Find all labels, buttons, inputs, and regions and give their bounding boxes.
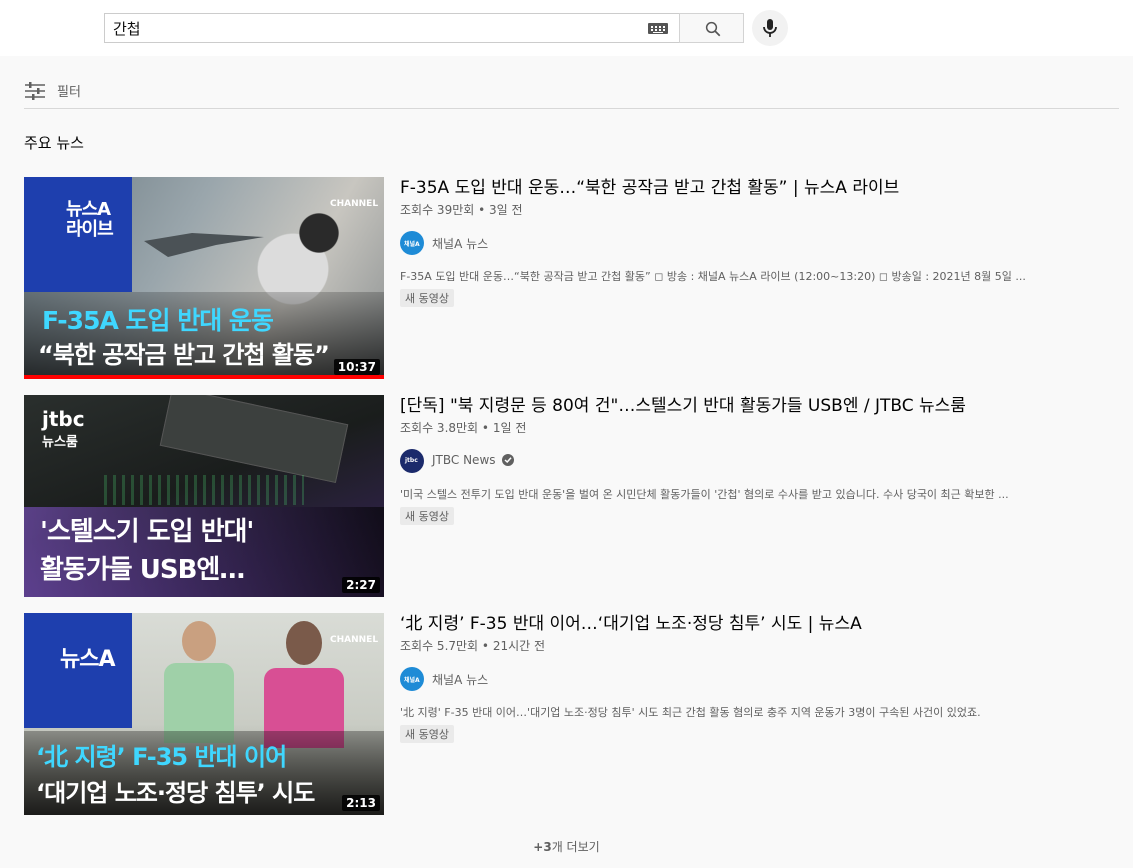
thumbnail-channel-mark: CHANNEL bbox=[330, 199, 379, 209]
video-title[interactable]: F-35A 도입 반대 운동…“북한 공작금 받고 간첩 활동” | 뉴스A 라… bbox=[400, 177, 1119, 199]
thumbnail-channel-mark: CHANNEL bbox=[330, 635, 379, 645]
thumbnail-headline-1: ‘北 지령’ F-35 반대 이어 bbox=[36, 743, 287, 771]
video-duration: 2:13 bbox=[342, 795, 380, 811]
thumbnail-headline-2: 활동가들 USB엔… bbox=[40, 555, 245, 585]
video-title[interactable]: [단독] "북 지령문 등 80여 건"…스텔스기 반대 활동가들 USB엔 /… bbox=[400, 395, 1119, 417]
thumbnail-logo-sub: 라이브 bbox=[66, 219, 114, 240]
channel-name[interactable]: 채널A 뉴스 bbox=[432, 235, 488, 252]
video-description: '미국 스텔스 전투기 도입 반대 운동'을 벌여 온 시민단체 활동가들이 '… bbox=[400, 488, 1009, 501]
video-duration: 10:37 bbox=[333, 359, 380, 375]
video-thumbnail[interactable]: jtbc 뉴스룸 '스텔스기 도입 반대' 활동가들 USB엔… 2:27 bbox=[24, 395, 384, 597]
video-thumbnail[interactable]: 뉴스A 라이브 CHANNEL F-35A 도입 반대 운동 “북한 공작금 받… bbox=[24, 177, 384, 379]
video-meta: 조회수 5.7만회 • 21시간 전 bbox=[400, 639, 546, 653]
view-count: 조회수 3.8만회 bbox=[400, 421, 479, 435]
thumbnail-logo: jtbc bbox=[42, 407, 85, 431]
filter-icon[interactable] bbox=[24, 81, 46, 101]
video-meta: 조회수 3.8만회 • 1일 전 bbox=[400, 421, 527, 435]
section-title: 주요 뉴스 bbox=[24, 134, 84, 152]
thumbnail-scene bbox=[286, 621, 322, 665]
channel-name[interactable]: JTBC News bbox=[432, 453, 496, 467]
video-item[interactable]: 뉴스A 라이브 CHANNEL F-35A 도입 반대 운동 “북한 공작금 받… bbox=[24, 177, 1119, 379]
upload-age: 21시간 전 bbox=[492, 639, 546, 653]
filter-label[interactable]: 필터 bbox=[57, 81, 81, 100]
video-item[interactable]: 뉴스A CHANNEL ‘北 지령’ F-35 반대 이어 ‘대기업 노조·정당… bbox=[24, 613, 1119, 815]
thumbnail-scene bbox=[104, 475, 304, 505]
thumbnail-logo-sub: 뉴스룸 bbox=[42, 435, 78, 450]
channel-avatar[interactable]: 채널A bbox=[400, 231, 424, 255]
show-more-label: 개 더보기 bbox=[551, 840, 600, 854]
video-title[interactable]: ‘北 지령’ F-35 반대 이어…‘대기업 노조·정당 침투’ 시도 | 뉴스… bbox=[400, 613, 1119, 635]
microphone-icon bbox=[763, 19, 777, 37]
watch-progress-bar bbox=[24, 375, 384, 379]
keyboard-icon[interactable] bbox=[648, 23, 668, 34]
thumbnail-headline-2: ‘대기업 노조·정당 침투’ 시도 bbox=[36, 779, 315, 807]
channel-logo-box: 뉴스A 라이브 bbox=[24, 177, 132, 292]
thumbnail-headline-2: “북한 공작금 받고 간첩 활동” bbox=[38, 341, 330, 369]
video-item[interactable]: jtbc 뉴스룸 '스텔스기 도입 반대' 활동가들 USB엔… 2:27 [단… bbox=[24, 395, 1119, 597]
thumbnail-scene bbox=[182, 621, 216, 661]
channel-name[interactable]: 채널A 뉴스 bbox=[432, 671, 488, 688]
video-info: ‘北 지령’ F-35 반대 이어…‘대기업 노조·정당 침투’ 시도 | 뉴스… bbox=[400, 613, 1119, 743]
channel-logo-box: 뉴스A bbox=[24, 613, 132, 728]
search-icon bbox=[705, 21, 721, 37]
verified-icon bbox=[502, 454, 514, 466]
search-input[interactable] bbox=[113, 14, 633, 42]
video-duration: 2:27 bbox=[342, 577, 380, 593]
thumbnail-scene bbox=[159, 395, 349, 484]
top-bar bbox=[0, 0, 1133, 56]
new-video-badge: 새 동영상 bbox=[400, 507, 454, 525]
thumbnail-scene bbox=[144, 233, 264, 257]
video-meta: 조회수 39만회 • 3일 전 bbox=[400, 203, 523, 217]
channel-avatar[interactable]: jtbc bbox=[400, 449, 424, 473]
channel-avatar[interactable]: 채널A bbox=[400, 667, 424, 691]
video-description: '北 지령' F-35 반대 이어…'대기업 노조·정당 침투' 시도 최근 간… bbox=[400, 706, 981, 719]
video-info: [단독] "북 지령문 등 80여 건"…스텔스기 반대 활동가들 USB엔 /… bbox=[400, 395, 1119, 525]
search-box[interactable] bbox=[104, 13, 680, 43]
channel-row[interactable]: 채널A 채널A 뉴스 bbox=[400, 231, 1119, 255]
new-video-badge: 새 동영상 bbox=[400, 725, 454, 743]
show-more-count: +3 bbox=[533, 840, 552, 854]
thumbnail-logo: 뉴스A bbox=[60, 647, 116, 672]
view-count: 조회수 39만회 bbox=[400, 203, 475, 217]
show-more-button[interactable]: +3개 더보기 bbox=[0, 838, 1133, 855]
video-description: F-35A 도입 반대 운동…“북한 공작금 받고 간첩 활동” ◻ 방송 : … bbox=[400, 270, 1026, 283]
channel-row[interactable]: jtbc JTBC News bbox=[400, 449, 1119, 473]
upload-age: 3일 전 bbox=[489, 203, 523, 217]
thumbnail-headline-1: '스텔스기 도입 반대' bbox=[40, 517, 254, 547]
channel-row[interactable]: 채널A 채널A 뉴스 bbox=[400, 667, 1119, 691]
view-count: 조회수 5.7만회 bbox=[400, 639, 479, 653]
video-info: F-35A 도입 반대 운동…“북한 공작금 받고 간첩 활동” | 뉴스A 라… bbox=[400, 177, 1119, 307]
voice-search-button[interactable] bbox=[752, 10, 788, 46]
filter-row: 필터 bbox=[24, 78, 1119, 109]
search-button[interactable] bbox=[679, 13, 744, 43]
upload-age: 1일 전 bbox=[492, 421, 527, 435]
new-video-badge: 새 동영상 bbox=[400, 289, 454, 307]
video-thumbnail[interactable]: 뉴스A CHANNEL ‘北 지령’ F-35 반대 이어 ‘대기업 노조·정당… bbox=[24, 613, 384, 815]
thumbnail-headline-1: F-35A 도입 반대 운동 bbox=[42, 306, 274, 335]
